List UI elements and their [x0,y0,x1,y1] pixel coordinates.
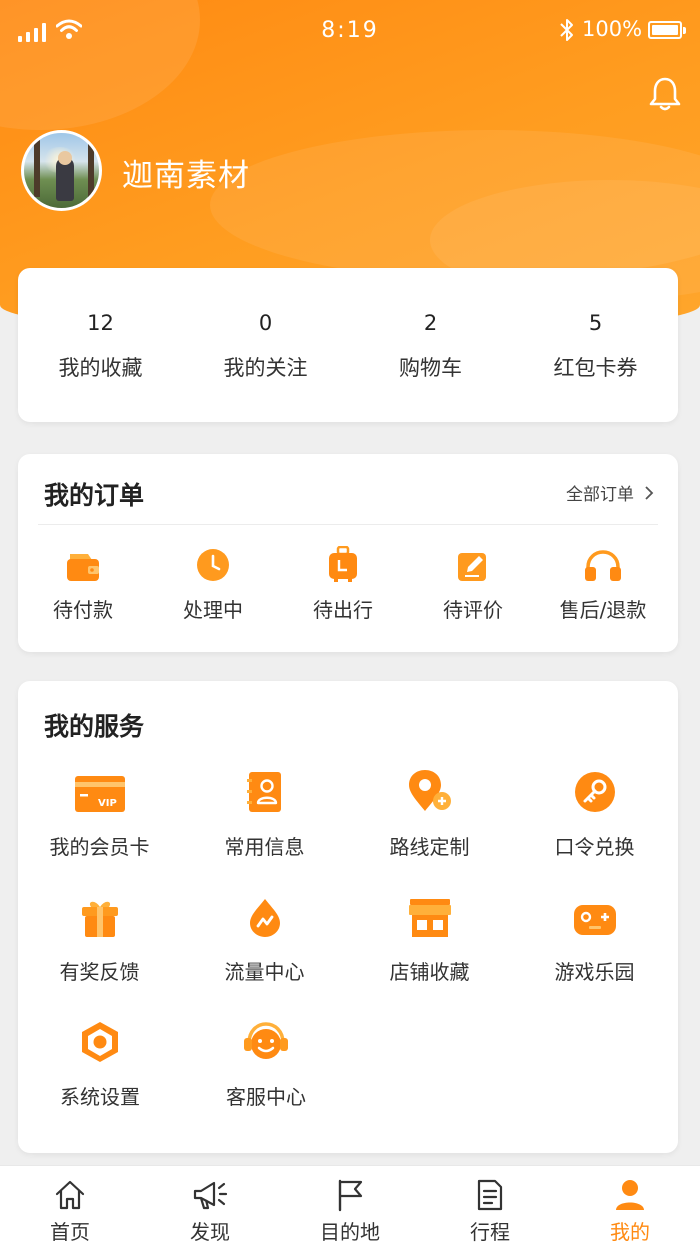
order-upcoming-trip[interactable]: 待出行 [278,542,408,623]
stat-label: 我的关注 [223,356,308,380]
service-contacts[interactable]: 常用信息 [181,767,348,892]
flag-icon [338,1179,363,1212]
all-orders-link[interactable]: 全部订单 [566,480,654,505]
stat-coupons[interactable]: 5 红包卡券 [513,268,678,422]
service-settings[interactable]: 系统设置 [16,1017,184,1142]
route-pin-icon [408,770,451,811]
gift-icon [81,901,118,937]
tab-itinerary[interactable]: 行程 [420,1166,560,1245]
tab-label: 首页 [50,1220,90,1244]
contacts-icon [246,772,281,812]
service-vip-card[interactable]: VIP 我的会员卡 [16,767,183,892]
key-icon [574,772,615,812]
service-label: 口令兑换 [554,835,635,859]
stat-cart[interactable]: 2 购物车 [348,268,513,422]
stat-label: 购物车 [399,356,462,380]
megaphone-icon [193,1181,228,1210]
service-code-redeem[interactable]: 口令兑换 [511,767,678,892]
services-card: 我的服务 VIP 我的会员卡 常用信息 路线定制 口令兑换 有奖反馈 流量中心 … [18,681,678,1153]
service-label: 我的会员卡 [49,835,150,859]
service-label: 路线定制 [389,835,470,859]
tab-mine[interactable]: 我的 [560,1166,700,1245]
service-label: 店铺收藏 [389,960,470,984]
tab-home[interactable]: 首页 [0,1166,140,1245]
status-bar: 8:19 100% [0,0,700,62]
order-label: 售后/退款 [559,598,647,622]
vip-card-icon: VIP [74,776,125,812]
tab-label: 行程 [470,1220,510,1244]
bell-icon[interactable] [648,76,682,112]
stat-label: 我的收藏 [58,356,143,380]
customer-service-icon [244,1022,288,1059]
orders-title: 我的订单 [44,481,145,510]
battery-percent: 100% [582,17,643,41]
orders-card: 我的订单 全部订单 待付款 处理中 待出行 待评价 售后/退款 [18,454,678,652]
service-label: 系统设置 [60,1085,140,1109]
bluetooth-icon [560,19,573,41]
service-label: 流量中心 [224,960,305,984]
document-icon [477,1179,503,1211]
tab-destination[interactable]: 目的地 [280,1166,420,1245]
order-after-sales[interactable]: 售后/退款 [538,542,668,623]
clock-icon [197,549,229,581]
service-label: 客服中心 [226,1085,306,1109]
tab-discover[interactable]: 发现 [140,1166,280,1245]
service-label: 游戏乐园 [554,960,635,984]
stat-label: 红包卡券 [553,356,638,380]
stat-following[interactable]: 0 我的关注 [183,268,348,422]
services-grid: VIP 我的会员卡 常用信息 路线定制 口令兑换 有奖反馈 流量中心 店铺收藏 … [18,767,678,1142]
order-label: 处理中 [183,598,243,622]
order-status-row: 待付款 处理中 待出行 待评价 售后/退款 [18,542,678,623]
service-route-custom[interactable]: 路线定制 [346,767,513,892]
avatar[interactable] [21,130,102,211]
divider [38,524,658,525]
gamepad-icon [573,905,616,935]
service-label: 有奖反馈 [59,960,140,984]
tab-label: 目的地 [320,1220,380,1244]
all-orders-label: 全部订单 [566,485,634,505]
service-feedback-reward[interactable]: 有奖反馈 [16,892,183,1017]
battery-icon [648,21,686,39]
stat-count: 5 [588,311,603,335]
headphones-icon [585,550,621,581]
order-pending-payment[interactable]: 待付款 [18,542,148,623]
stat-favorites[interactable]: 12 我的收藏 [18,268,183,422]
home-icon [55,1180,85,1210]
tab-label: 发现 [190,1220,230,1244]
stat-count: 12 [87,311,114,335]
store-icon [408,899,451,937]
services-title: 我的服务 [44,712,145,741]
edit-icon [458,553,486,581]
service-label: 常用信息 [224,835,305,859]
luggage-icon [329,546,357,582]
username[interactable]: 迦南素材 [122,150,250,195]
service-customer-center[interactable]: 客服中心 [182,1017,350,1142]
order-label: 待出行 [313,598,373,622]
order-to-review[interactable]: 待评价 [408,542,538,623]
stats-card: 12 我的收藏 0 我的关注 2 购物车 5 红包卡券 [18,268,678,422]
bottom-tab-bar: 首页 发现 目的地 行程 我的 [0,1165,700,1245]
stat-count: 0 [258,311,273,335]
service-store-favorites[interactable]: 店铺收藏 [346,892,513,1017]
person-icon [616,1180,644,1210]
order-processing[interactable]: 处理中 [148,542,278,623]
svg-text:VIP: VIP [98,798,117,809]
service-data-center[interactable]: 流量中心 [181,892,348,1017]
order-label: 待付款 [53,598,113,622]
stat-count: 2 [423,311,438,335]
order-label: 待评价 [443,598,503,622]
settings-hex-icon [82,1022,118,1062]
data-flow-icon [249,899,280,937]
wallet-icon [67,554,99,581]
service-game-park[interactable]: 游戏乐园 [511,892,678,1017]
tab-label: 我的 [610,1220,650,1244]
chevron-right-icon [645,485,654,500]
